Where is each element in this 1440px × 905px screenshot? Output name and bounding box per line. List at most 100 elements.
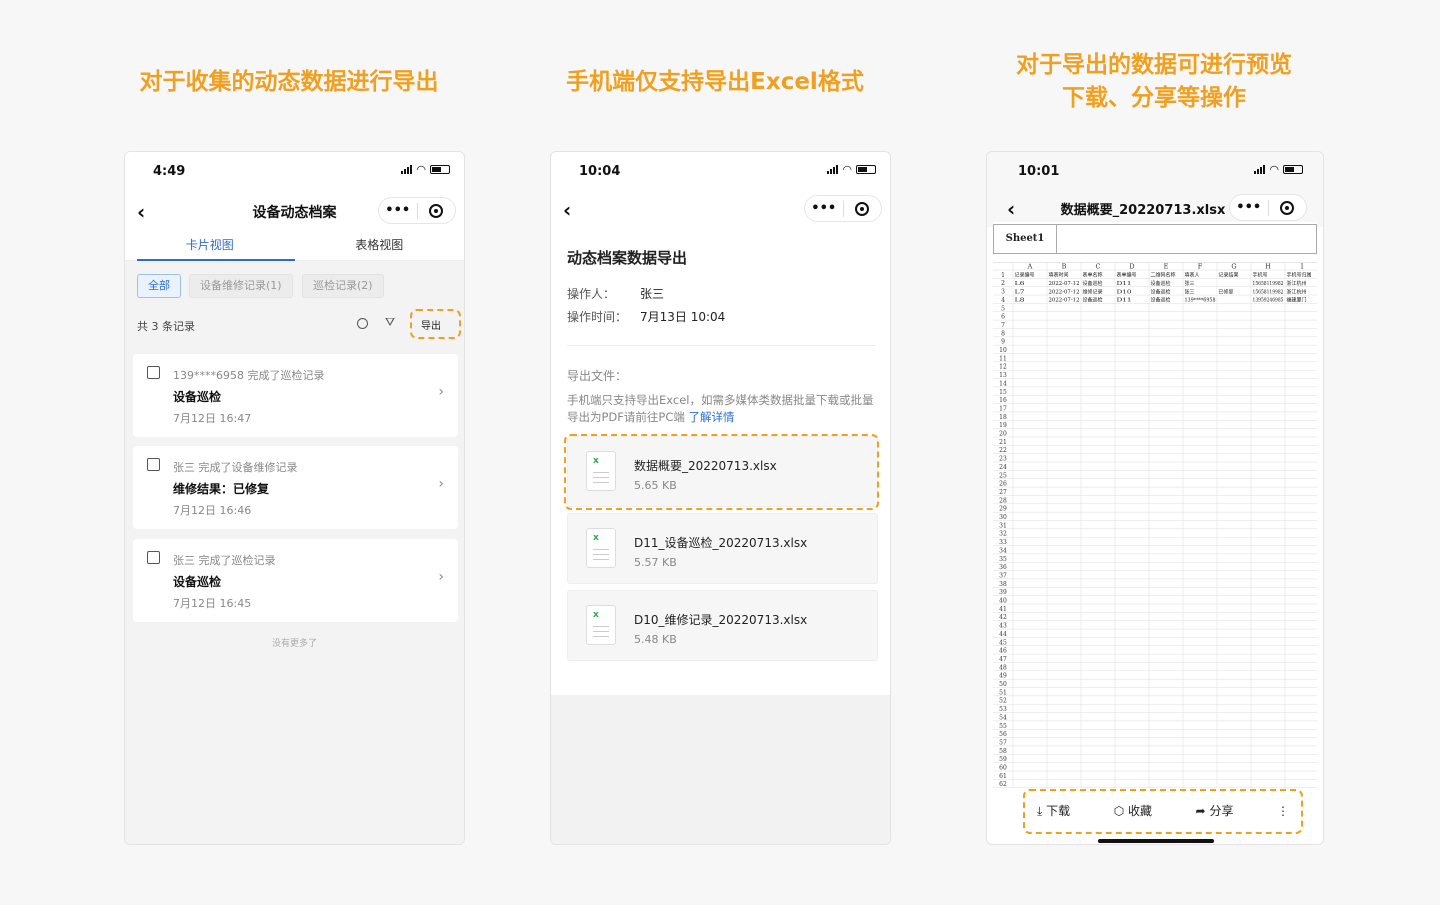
row-number: 1 bbox=[1001, 272, 1005, 279]
status-icons: ◠ bbox=[827, 163, 876, 176]
record-card[interactable]: 张三 完成了巡检记录 设备巡检 7月12日 16:45 › bbox=[133, 539, 458, 622]
row-number: 23 bbox=[999, 456, 1007, 463]
row-number: 7 bbox=[1001, 322, 1005, 329]
record-icon bbox=[147, 366, 160, 379]
status-time: 4:49 bbox=[153, 164, 186, 179]
row-number: 3 bbox=[1001, 289, 1005, 296]
export-hint: 手机端只支持导出Excel，如需多媒体类数据批量下载或批量导出为PDF请前往PC… bbox=[567, 392, 879, 426]
wifi-icon: ◠ bbox=[416, 163, 426, 176]
row-number: 43 bbox=[999, 623, 1007, 630]
row-number: 35 bbox=[999, 556, 1007, 563]
sheet-tab[interactable]: Sheet1 bbox=[994, 225, 1057, 253]
row-number: 60 bbox=[999, 765, 1007, 772]
divider bbox=[567, 345, 876, 346]
download-icon: ⤓ bbox=[1037, 804, 1043, 818]
file-label: 导出文件： bbox=[567, 369, 628, 383]
file-name: D11_设备巡检_20220713.xlsx bbox=[634, 536, 808, 550]
close-target-icon[interactable] bbox=[1269, 200, 1307, 215]
row-number: 24 bbox=[999, 464, 1007, 471]
record-card[interactable]: 张三 完成了设备维修记录 维修结果：已修复 7月12日 16:46 › bbox=[133, 446, 458, 529]
file-highlight bbox=[564, 434, 879, 510]
optime-label: 操作时间： bbox=[567, 310, 628, 324]
close-target-icon[interactable] bbox=[844, 201, 882, 216]
export-heading: 动态档案数据导出 bbox=[567, 249, 688, 267]
row-number: 36 bbox=[999, 564, 1007, 571]
nav-bar: ‹ 数据概要_20220713.xlsx ••• bbox=[987, 189, 1323, 225]
sheet-cell: 设备巡检 bbox=[1151, 279, 1172, 287]
sheet-cell: 张三 bbox=[1185, 279, 1195, 287]
column-header: B bbox=[1062, 263, 1067, 271]
chevron-right-icon: › bbox=[438, 476, 444, 492]
chevron-right-icon: › bbox=[438, 384, 444, 400]
status-bar: 10:01 ◠ bbox=[987, 152, 1323, 192]
row-number: 49 bbox=[999, 673, 1007, 680]
search-icon[interactable] bbox=[357, 318, 368, 329]
row-number: 54 bbox=[999, 714, 1007, 721]
signal-icon bbox=[401, 165, 413, 174]
sheet-cell: 填表时间 bbox=[1049, 271, 1069, 279]
operator-value: 张三 bbox=[640, 287, 665, 301]
filter-chip-repair[interactable]: 设备维修记录(1) bbox=[189, 274, 293, 298]
tab-card-view[interactable]: 卡片视图 bbox=[125, 228, 295, 261]
signal-icon bbox=[1254, 165, 1266, 174]
row-number: 38 bbox=[999, 581, 1007, 588]
file-row[interactable]: x D11_设备巡检_20220713.xlsx 5.57 KB bbox=[567, 513, 878, 584]
mini-program-capsule: ••• bbox=[804, 195, 882, 222]
close-target-icon[interactable] bbox=[418, 203, 456, 218]
more-actions-icon[interactable]: ⋮ bbox=[1277, 804, 1289, 818]
phone-export-result: 10:04 ◠ ‹ ••• 动态档案数据导出 操作人： 张三 操作时间： 7月1… bbox=[550, 151, 891, 845]
sheet-cell: 139****6958 bbox=[1185, 298, 1217, 304]
sheet-cell: L6 bbox=[1015, 281, 1026, 287]
record-title: 设备巡检 bbox=[173, 575, 222, 589]
sheet-cell: D11 bbox=[1117, 298, 1132, 304]
favorite-button[interactable]: ⬡ 收藏 bbox=[1114, 802, 1152, 819]
sheet-cell: D11 bbox=[1117, 281, 1132, 287]
spreadsheet-preview[interactable]: Sheet1 A B C D E F G H I 1 2 3 4 5 6 7 8 9 10 11 12 13 14 15 16 1… bbox=[993, 222, 1317, 792]
status-bar: 4:49 ◠ bbox=[125, 152, 464, 192]
more-icon[interactable]: ••• bbox=[379, 203, 417, 218]
no-more-text: 没有更多了 bbox=[271, 639, 317, 649]
sheet-cell: 15658119982 bbox=[1253, 281, 1284, 287]
row-number: 2 bbox=[1001, 280, 1005, 287]
status-icons: ◠ bbox=[401, 163, 450, 176]
mini-program-capsule: ••• bbox=[378, 197, 456, 224]
file-row[interactable]: x D10_维修记录_20220713.xlsx 5.48 KB bbox=[567, 590, 878, 661]
download-button[interactable]: ⤓ 下载 bbox=[1037, 802, 1070, 819]
sheet-cell: 浙江杭州 bbox=[1287, 287, 1307, 295]
row-number: 10 bbox=[999, 347, 1007, 354]
battery-icon bbox=[856, 165, 876, 174]
share-button[interactable]: ➦ 分享 bbox=[1196, 802, 1234, 819]
filter-icon[interactable]: ⛛ bbox=[385, 315, 395, 330]
row-number: 4 bbox=[1001, 297, 1005, 304]
sheet-cell: 手机号归属 bbox=[1287, 271, 1312, 279]
more-icon[interactable]: ••• bbox=[1230, 200, 1268, 215]
sheet-tab-bar: Sheet1 bbox=[993, 224, 1317, 254]
sheet-cell: 已修复 bbox=[1219, 287, 1235, 295]
file-size: 5.48 KB bbox=[634, 633, 677, 646]
wifi-icon: ◠ bbox=[842, 163, 852, 176]
view-tabs: 卡片视图 表格视图 bbox=[125, 228, 464, 261]
row-number: 18 bbox=[999, 414, 1007, 421]
more-icon[interactable]: ••• bbox=[805, 201, 843, 216]
row-number: 11 bbox=[999, 355, 1007, 362]
phone-excel-preview: 10:01 ◠ ‹ 数据概要_20220713.xlsx ••• Sheet1 … bbox=[986, 151, 1324, 845]
learn-more-link[interactable]: 了解详情 bbox=[689, 410, 735, 424]
status-time: 10:01 bbox=[1018, 164, 1060, 179]
sheet-cell: 浙江杭州 bbox=[1287, 279, 1307, 287]
filter-chip-inspection[interactable]: 巡检记录(2) bbox=[302, 274, 384, 298]
tab-table-view[interactable]: 表格视图 bbox=[295, 228, 465, 260]
row-number: 51 bbox=[999, 689, 1007, 696]
row-number: 17 bbox=[999, 405, 1007, 412]
excel-file-icon: x bbox=[586, 528, 616, 568]
filter-chip-all[interactable]: 全部 bbox=[137, 274, 181, 298]
row-number: 14 bbox=[999, 380, 1007, 387]
record-card[interactable]: 139****6958 完成了巡检记录 设备巡检 7月12日 16:47 › bbox=[133, 354, 458, 437]
sheet-cell: 15658119982 bbox=[1253, 289, 1284, 295]
home-indicator bbox=[1098, 839, 1214, 843]
row-number: 20 bbox=[999, 431, 1007, 438]
back-icon[interactable]: ‹ bbox=[563, 198, 571, 222]
row-number: 61 bbox=[999, 773, 1007, 780]
sheet-cell: 设备巡检 bbox=[1151, 296, 1172, 304]
sheet-grid: A B C D E F G H I1234567891011121314151617181920… bbox=[993, 262, 1317, 788]
row-number: 58 bbox=[999, 748, 1007, 755]
